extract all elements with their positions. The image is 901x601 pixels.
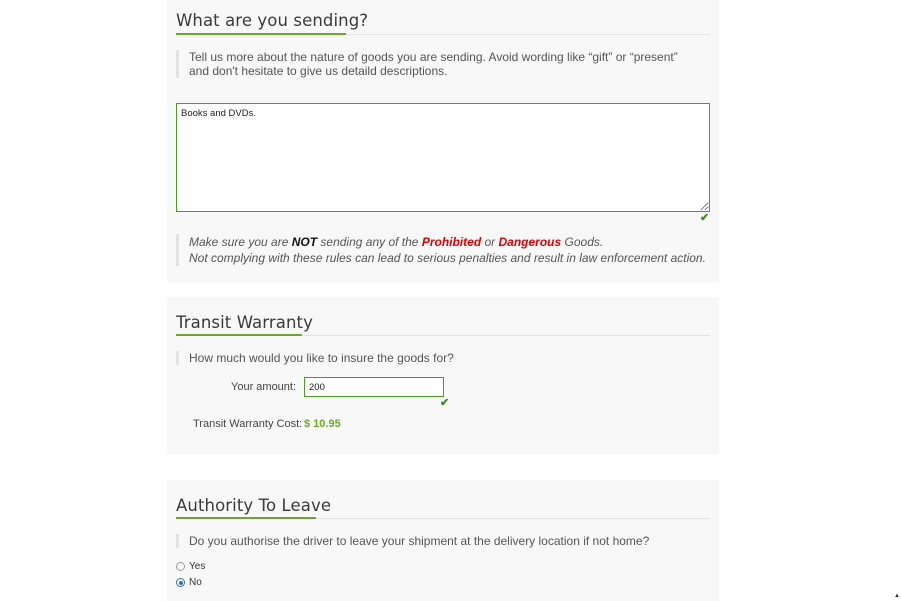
warning-prefix: Make sure you are (189, 235, 292, 249)
authority-question-note: Do you authorise the driver to leave you… (176, 534, 709, 548)
goods-heading-wrap: What are you sending? (176, 0, 710, 36)
title-underline (176, 517, 316, 519)
warning-suffix: Goods. (561, 235, 604, 249)
valid-check-icon: ✔ (700, 212, 710, 224)
goods-section: What are you sending? Tell us more about… (167, 0, 719, 283)
warning-or: or (481, 235, 499, 249)
authority-section-title: Authority To Leave (176, 496, 332, 515)
amount-label: Your amount: (231, 381, 297, 393)
goods-intro-note: Tell us more about the nature of goods y… (176, 50, 699, 78)
warning-not: NOT (291, 235, 318, 249)
radio-icon[interactable] (176, 562, 185, 571)
warning-line-1: Make sure you are NOT sending any of the… (189, 234, 709, 250)
authority-option-no-label: No (189, 577, 202, 588)
radio-icon[interactable] (176, 578, 185, 587)
authority-section: Authority To Leave Do you authorise the … (167, 480, 719, 601)
authority-option-no[interactable]: No (176, 577, 202, 588)
warranty-question: How much would you like to insure the go… (189, 351, 454, 365)
warning-line-2: Not complying with these rules can lead … (189, 251, 706, 265)
goods-description-textarea[interactable] (176, 103, 710, 212)
prohibited-warning-note: Make sure you are NOT sending any of the… (176, 234, 709, 266)
prohibited-goods-link[interactable]: Prohibited (422, 235, 481, 249)
warranty-section: Transit Warranty How much would you like… (167, 297, 719, 454)
authority-question: Do you authorise the driver to leave you… (189, 534, 650, 548)
goods-intro-text: Tell us more about the nature of goods y… (189, 50, 678, 78)
goods-section-title: What are you sending? (176, 11, 369, 30)
valid-check-icon: ✔ (440, 397, 450, 409)
authority-option-yes[interactable]: Yes (176, 561, 205, 572)
authority-option-yes-label: Yes (189, 561, 206, 572)
scroll-indicator-icon: ▲ (894, 593, 900, 599)
warranty-question-note: How much would you like to insure the go… (176, 351, 699, 365)
warranty-heading-wrap: Transit Warranty (176, 297, 710, 337)
dangerous-goods-link[interactable]: Dangerous (499, 235, 562, 249)
warranty-amount-input[interactable] (304, 377, 444, 397)
title-underline (176, 334, 302, 336)
warranty-cost-label: Transit Warranty Cost: (193, 418, 303, 430)
warning-middle: sending any of the (317, 235, 422, 249)
title-underline (176, 33, 346, 35)
warranty-section-title: Transit Warranty (176, 313, 313, 332)
warranty-cost-value: $ 10.95 (304, 418, 341, 430)
authority-heading-wrap: Authority To Leave (176, 480, 710, 520)
